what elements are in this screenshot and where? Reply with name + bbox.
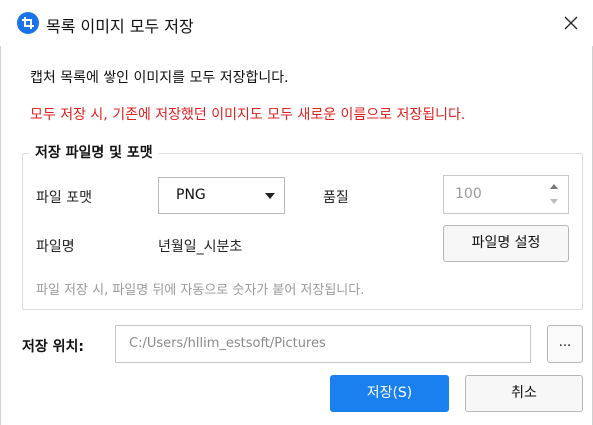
group-legend: 저장 파일명 및 포맷	[29, 142, 159, 162]
format-label: 파일 포맷	[36, 190, 92, 206]
cancel-button[interactable]: 취소	[465, 375, 583, 412]
save-button[interactable]: 저장(S)	[330, 375, 449, 412]
format-select[interactable]: PNG	[158, 177, 285, 214]
close-button[interactable]	[558, 10, 584, 36]
filename-hint: 파일 저장 시, 파일명 뒤에 자동으로 숫자가 붙어 저장됩니다.	[36, 283, 365, 298]
browse-button[interactable]: ...	[547, 325, 583, 363]
quality-spinbox[interactable]: 100	[443, 175, 569, 214]
format-value: PNG	[176, 187, 206, 203]
quality-label: 품질	[323, 190, 349, 206]
caret-down-icon	[265, 193, 275, 199]
warning-text: 모두 저장 시, 기존에 저장했던 이미지도 모두 새로운 이름으로 저장됩니다…	[30, 107, 466, 123]
save-path-value: C:/Users/hllim_estsoft/Pictures	[129, 336, 326, 351]
spin-up-icon[interactable]	[550, 184, 558, 189]
quality-value: 100	[455, 186, 482, 202]
dialog-title: 목록 이미지 모두 저장	[46, 17, 194, 36]
save-location-label: 저장 위치:	[22, 339, 84, 355]
window-border-left	[0, 0, 1, 425]
save-all-dialog: 목록 이미지 모두 저장 캡처 목록에 쌓인 이미지를 모두 저장합니다. 모두…	[0, 0, 593, 425]
capture-app-icon	[17, 12, 39, 34]
filename-settings-button[interactable]: 파일명 설정	[443, 225, 569, 262]
close-icon	[564, 16, 578, 30]
save-path-field[interactable]: C:/Users/hllim_estsoft/Pictures	[115, 325, 531, 363]
filename-value: 년월일_시분초	[158, 239, 243, 255]
description-text: 캡처 목록에 쌓인 이미지를 모두 저장합니다.	[30, 70, 289, 86]
spin-down-icon[interactable]	[550, 199, 558, 204]
filename-label: 파일명	[36, 239, 75, 255]
title-bar: 목록 이미지 모두 저장	[0, 0, 593, 46]
